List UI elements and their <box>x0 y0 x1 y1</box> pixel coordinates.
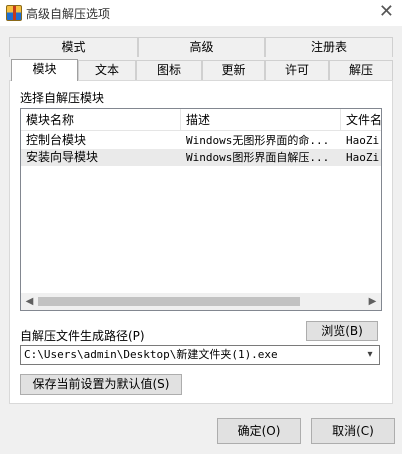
scroll-left-icon[interactable]: ◀ <box>21 293 38 310</box>
tab-advanced[interactable]: 高级 <box>138 37 265 57</box>
cancel-button[interactable]: 取消(C) <box>311 418 395 444</box>
list-header: 模块名称 描述 文件名 <box>21 109 381 131</box>
tab-text[interactable]: 文本 <box>78 60 136 80</box>
tab-mode[interactable]: 模式 <box>9 37 138 57</box>
scroll-right-icon[interactable]: ▶ <box>364 293 381 310</box>
window-title: 高级自解压选项 <box>26 7 111 21</box>
column-header-filename[interactable]: 文件名 <box>341 109 381 131</box>
list-item[interactable]: 安装向导模块 Windows图形界面自解压... HaoZi... <box>21 149 381 166</box>
module-list[interactable]: 模块名称 描述 文件名 控制台模块 Windows无图形界面的命... HaoZ… <box>20 108 382 311</box>
app-icon <box>6 5 22 21</box>
ok-button[interactable]: 确定(O) <box>217 418 301 444</box>
horizontal-scrollbar[interactable]: ◀ ▶ <box>21 293 381 310</box>
module-name: 安装向导模块 <box>26 150 99 164</box>
title-bar: 高级自解压选项 ✕ <box>0 0 402 26</box>
module-name: 控制台模块 <box>26 133 87 147</box>
save-default-button[interactable]: 保存当前设置为默认值(S) <box>20 374 182 395</box>
scroll-thumb[interactable] <box>38 297 300 306</box>
module-description: Windows无图形界面的命... <box>186 134 330 147</box>
module-filename: HaoZi... <box>346 151 381 164</box>
tab-update[interactable]: 更新 <box>202 60 265 80</box>
path-combobox[interactable]: C:\Users\admin\Desktop\新建文件夹(1).exe ▾ <box>20 345 380 365</box>
module-filename: HaoZi... <box>346 134 381 147</box>
list-item[interactable]: 控制台模块 Windows无图形界面的命... HaoZi... <box>21 132 381 149</box>
browse-button[interactable]: 浏览(B) <box>306 321 378 341</box>
tab-registry[interactable]: 注册表 <box>265 37 393 57</box>
module-section-label: 选择自解压模块 <box>20 91 105 105</box>
chevron-down-icon[interactable]: ▾ <box>361 346 379 364</box>
tab-icon[interactable]: 图标 <box>136 60 202 80</box>
tab-extract[interactable]: 解压 <box>329 60 393 80</box>
column-header-name[interactable]: 模块名称 <box>21 109 181 131</box>
path-value: C:\Users\admin\Desktop\新建文件夹(1).exe <box>24 348 278 361</box>
path-label: 自解压文件生成路径(P) <box>20 329 145 343</box>
module-description: Windows图形界面自解压... <box>186 151 330 164</box>
tab-license[interactable]: 许可 <box>265 60 329 80</box>
close-icon[interactable]: ✕ <box>379 2 394 22</box>
column-header-description[interactable]: 描述 <box>181 109 341 131</box>
tab-module[interactable]: 模块 <box>11 59 78 81</box>
